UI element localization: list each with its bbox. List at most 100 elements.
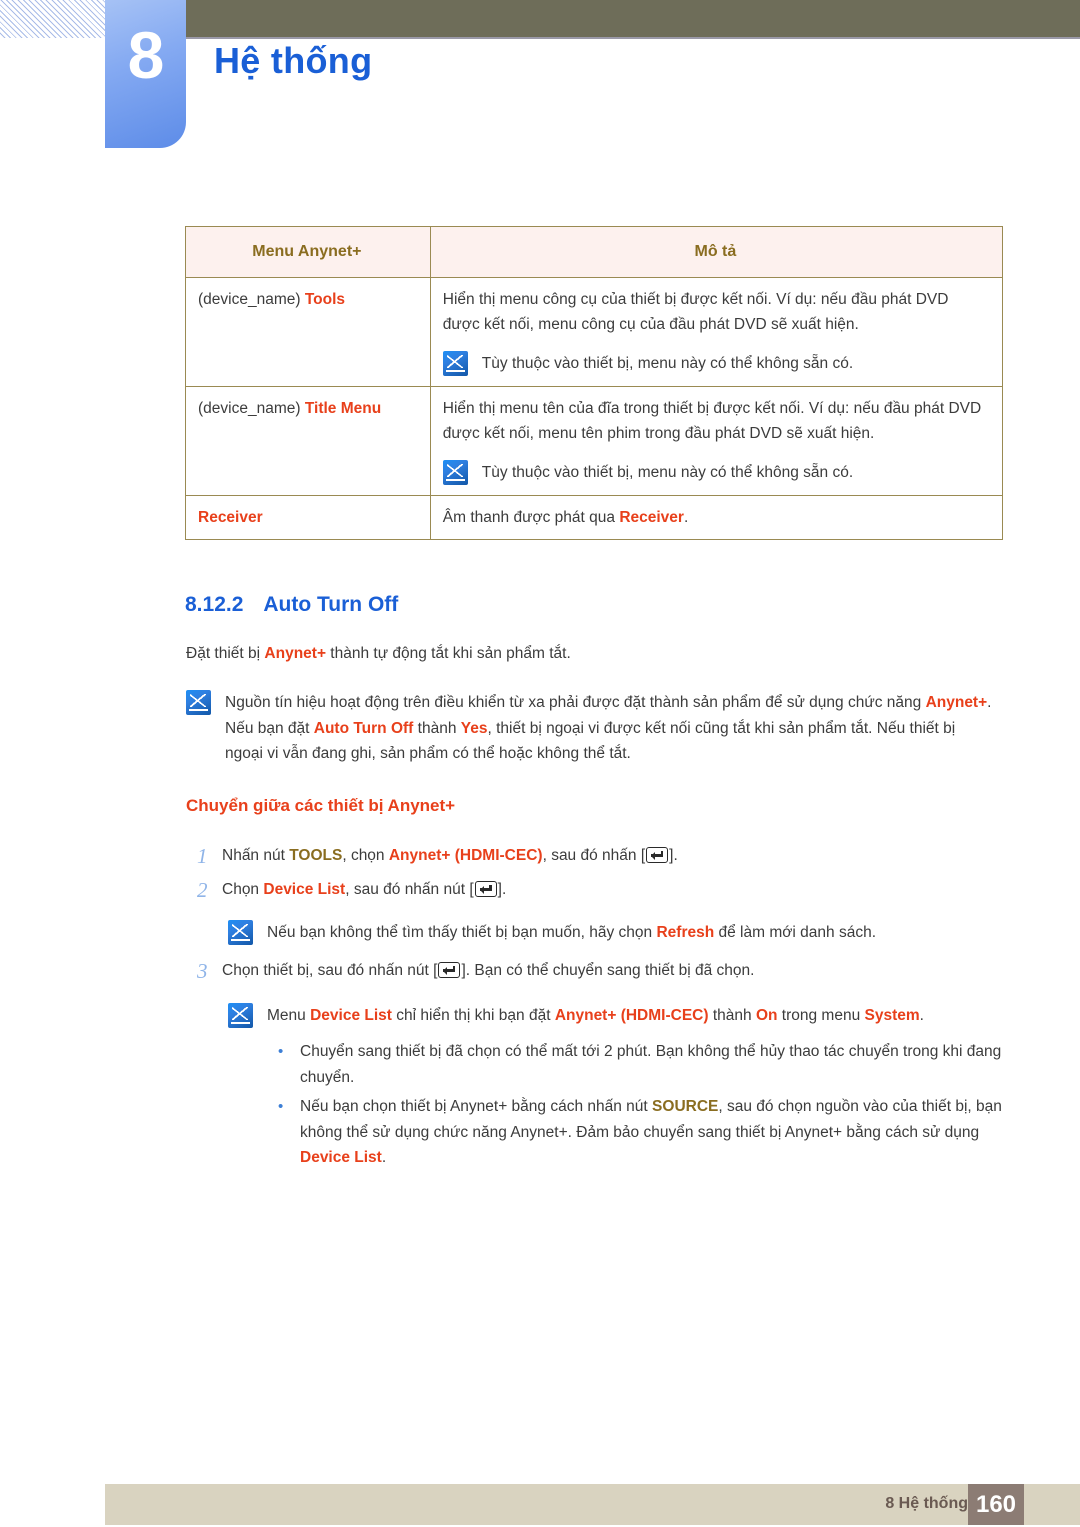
table-header-description: Mô tả (429, 226, 1004, 278)
footer-chapter-label: 8 Hệ thống (885, 1495, 968, 1512)
description-text: Hiển thị menu công cụ của thiết bị được … (442, 290, 949, 334)
note-text: Tùy thuộc vào thiết bị, menu này có thể … (481, 355, 854, 373)
description-keyword: Receiver (619, 508, 684, 526)
step-item: 2 Chọn Device List, sau đó nhấn nút []. (192, 877, 1002, 903)
step-tail: ]. (669, 847, 678, 864)
anynet-menu-table: Menu Anynet+ Mô tả (device_name) Tools H… (185, 226, 1004, 540)
step-keyword-device-list: Device List (263, 881, 346, 898)
step-pre: Nhấn nút (222, 847, 290, 864)
step-note-refresh: Nếu bạn không thể tìm thấy thiết bị bạn … (228, 920, 1003, 946)
note-icon (442, 351, 468, 377)
step-mid: , chọn (342, 847, 389, 864)
description-pre: Âm thanh được phát qua (442, 508, 620, 526)
subsection-heading: Chuyển giữa các thiết bị Anynet+ (186, 796, 456, 815)
note-post: để làm mới danh sách. (714, 924, 877, 941)
table-cell-label: (device_name) Title Menu (185, 385, 431, 496)
step-item: 1 Nhấn nút TOOLS, chọn Anynet+ (HDMI-CEC… (192, 843, 1002, 869)
table-cell-label: (device_name) Tools (185, 276, 431, 387)
step-tail: ]. (497, 881, 507, 898)
intro-keyword: Anynet+ (264, 645, 326, 662)
note-kw2: Auto Turn Off (313, 719, 414, 737)
note-icon (186, 690, 211, 715)
header-olive-bar (186, 0, 1080, 39)
note-pre: Menu (267, 1007, 311, 1024)
chapter-number-box: 8 (105, 0, 186, 148)
label-plain: (device_name) (198, 399, 305, 417)
step-note-device-list: Menu Device List chỉ hiển thị khi bạn đặ… (228, 1003, 1018, 1029)
decorative-stripes (0, 0, 107, 38)
chapter-number: 8 (127, 18, 165, 92)
enter-key-icon (646, 847, 669, 863)
section-heading: 8.12.2 Auto Turn Off (185, 593, 398, 617)
list-item: • Chuyển sang thiết bị đã chọn có thể mấ… (274, 1039, 1019, 1090)
step-post: ]. Bạn có thể chuyển sang thiết bị đã ch… (461, 962, 755, 979)
table-row: (device_name) Title Menu Hiển thị menu t… (185, 385, 1004, 496)
step-number: 3 (197, 959, 208, 983)
note-keyword-refresh: Refresh (656, 924, 715, 941)
note-keyword-device-list: Device List (310, 1007, 392, 1024)
bullet-dot-icon: • (278, 1043, 284, 1060)
step-text: Nhấn nút TOOLS, chọn Anynet+ (HDMI-CEC),… (222, 843, 678, 869)
label-plain: (device_name) (198, 290, 305, 308)
description-text: Hiển thị menu tên của đĩa trong thiết bị… (442, 399, 982, 442)
bullet-keyword-device-list: Device List (300, 1149, 382, 1167)
enter-key-icon (438, 962, 461, 978)
note-icon (228, 920, 253, 945)
label-keyword: Tools (304, 290, 346, 308)
table-header-menu: Menu Anynet+ (185, 226, 431, 278)
note-text: Nếu bạn không thể tìm thấy thiết bị bạn … (267, 920, 876, 946)
page-title: Hệ thống (214, 40, 373, 81)
table-cell-description: Hiển thị menu tên của đĩa trong thiết bị… (429, 385, 1004, 496)
table-cell-description: Hiển thị menu công cụ của thiết bị được … (429, 276, 1004, 387)
footer-page-number: 160 (968, 1484, 1024, 1525)
bullet-pre: Nếu bạn chọn thiết bị Anynet+ bằng cách … (300, 1098, 653, 1115)
intro-post: thành tự động tắt khi sản phẩm tắt. (326, 645, 571, 662)
table-header-row: Menu Anynet+ Mô tả (185, 226, 1004, 278)
section-number: 8.12.2 (185, 593, 244, 616)
note-keyword-on: On (755, 1007, 778, 1024)
table-row: (device_name) Tools Hiển thị menu công c… (185, 276, 1004, 387)
note-mid1: chỉ hiển thị khi bạn đặt (391, 1007, 555, 1024)
section-note-text: Nguồn tín hiệu hoạt động trên điều khiển… (225, 690, 996, 767)
note-block: Tùy thuộc vào thiết bị, menu này có thể … (442, 460, 988, 486)
page-footer: 8 Hệ thống 160 (105, 1484, 1080, 1525)
list-item: • Nếu bạn chọn thiết bị Anynet+ bằng các… (274, 1094, 1019, 1171)
section-note-block: Nguồn tín hiệu hoạt động trên điều khiển… (186, 690, 996, 767)
table-row: Receiver Âm thanh được phát qua Receiver… (185, 494, 1004, 540)
section-intro-paragraph: Đặt thiết bị Anynet+ thành tự động tắt k… (186, 641, 986, 667)
label-keyword: Receiver (198, 508, 263, 526)
note-post: . (919, 1007, 924, 1024)
bullet-text: Nếu bạn chọn thiết bị Anynet+ bằng cách … (300, 1094, 1019, 1171)
table-cell-description: Âm thanh được phát qua Receiver. (429, 494, 1004, 540)
step-keyword-anynet: Anynet+ (HDMI-CEC) (388, 847, 543, 864)
section-title: Auto Turn Off (263, 593, 399, 616)
description-post: . (683, 508, 689, 526)
note-pre: Nếu bạn không thể tìm thấy thiết bị bạn … (267, 924, 657, 941)
label-keyword: Title Menu (304, 399, 382, 417)
step-post: , sau đó nhấn [ (542, 847, 646, 864)
step-text: Chọn Device List, sau đó nhấn nút []. (222, 877, 506, 903)
note-mid2: thành (708, 1007, 756, 1024)
step-pre: Chọn thiết bị, sau đó nhấn nút [ (222, 962, 438, 979)
note-keyword-anynet: Anynet+ (HDMI-CEC) (554, 1007, 709, 1024)
step-number: 2 (197, 878, 208, 902)
note-kw3: Yes (460, 719, 488, 737)
note-block: Tùy thuộc vào thiết bị, menu này có thể … (442, 351, 988, 377)
enter-key-icon (474, 881, 497, 897)
note-text: Menu Device List chỉ hiển thị khi bạn đặ… (267, 1003, 924, 1029)
note-p3: thành (413, 719, 461, 737)
note-icon (228, 1003, 253, 1028)
note-keyword-system: System (864, 1007, 920, 1024)
note-kw1: Anynet+ (925, 694, 988, 711)
page-header: 8 Hệ thống (0, 0, 1080, 160)
intro-pre: Đặt thiết bị (186, 645, 265, 662)
step-pre: Chọn (222, 881, 264, 898)
note-icon (442, 460, 468, 486)
bullet-keyword-source: SOURCE (652, 1098, 719, 1115)
table-cell-label: Receiver (185, 494, 431, 540)
note-p1: Nguồn tín hiệu hoạt động trên điều khiển… (225, 694, 926, 711)
step-number: 1 (197, 844, 208, 868)
note-mid3: trong menu (777, 1007, 865, 1024)
step-post: , sau đó nhấn nút [ (345, 881, 474, 898)
step-item: 3 Chọn thiết bị, sau đó nhấn nút [ ]. Bạn… (192, 958, 1002, 984)
